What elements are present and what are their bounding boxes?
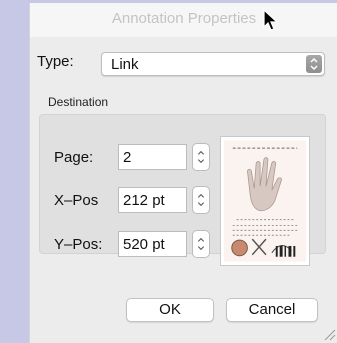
ok-button[interactable]: OK bbox=[126, 298, 214, 322]
popup-arrows-icon bbox=[306, 55, 322, 73]
destination-page-preview[interactable] bbox=[220, 136, 310, 266]
xpos-field[interactable]: 212 pt bbox=[118, 187, 187, 213]
xpos-label: X–Pos bbox=[54, 192, 99, 209]
page-stepper[interactable] bbox=[192, 143, 210, 171]
destination-group-label: Destination bbox=[48, 95, 109, 109]
annotation-properties-window: Annotation Properties Type: Link Destina… bbox=[29, 3, 337, 343]
ypos-stepper[interactable] bbox=[192, 230, 210, 258]
ypos-label: Y–Pos: bbox=[54, 236, 103, 253]
window-title: Annotation Properties bbox=[111, 10, 257, 27]
cancel-button[interactable]: Cancel bbox=[226, 298, 318, 322]
type-popup[interactable]: Link bbox=[101, 52, 325, 76]
page-label: Page: bbox=[54, 149, 94, 166]
resize-grip-icon[interactable] bbox=[322, 327, 336, 341]
type-popup-value: Link bbox=[111, 56, 139, 73]
title-bar[interactable]: Annotation Properties bbox=[30, 3, 337, 37]
page-field[interactable]: 2 bbox=[118, 144, 187, 170]
type-label: Type: bbox=[37, 53, 74, 70]
ypos-field[interactable]: 520 pt bbox=[118, 231, 187, 257]
xpos-stepper[interactable] bbox=[192, 186, 210, 214]
mouse-pointer-icon bbox=[263, 8, 279, 31]
